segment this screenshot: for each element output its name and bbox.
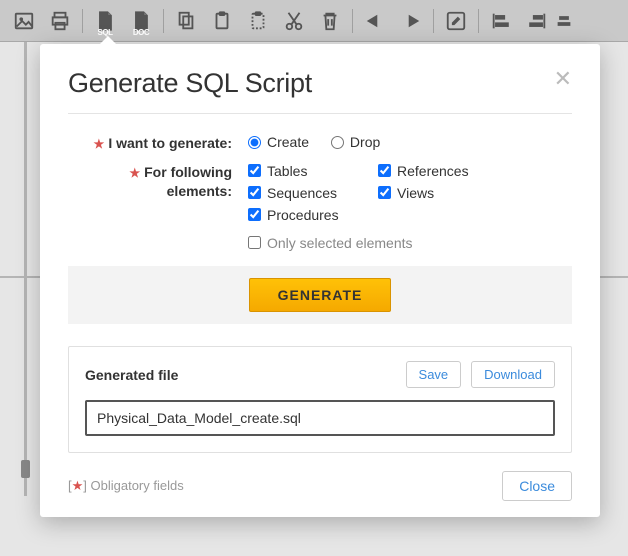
checkbox-sequences[interactable]: Sequences: [248, 185, 360, 201]
checkbox-tables[interactable]: Tables: [248, 163, 360, 179]
redo-icon[interactable]: [393, 3, 429, 39]
cut-icon[interactable]: [276, 3, 312, 39]
popover-arrow: [99, 36, 117, 45]
checkbox-only-selected[interactable]: Only selected elements: [248, 235, 413, 251]
checkbox-procedures[interactable]: Procedures: [248, 207, 360, 223]
generate-button[interactable]: GENERATE: [249, 278, 392, 312]
checkbox-views[interactable]: Views: [378, 185, 490, 201]
obligatory-note: [★] Obligatory fields: [68, 478, 184, 494]
align-center-icon[interactable]: [555, 3, 573, 39]
export-doc-icon[interactable]: DOC: [123, 3, 159, 39]
edit-icon[interactable]: [438, 3, 474, 39]
resize-handle[interactable]: [21, 460, 30, 478]
checkbox-references[interactable]: References: [378, 163, 490, 179]
close-button[interactable]: Close: [502, 471, 572, 501]
required-star-icon: ★: [94, 137, 105, 151]
generated-file-panel: Generated file Save Download: [68, 346, 572, 453]
label-generate: ★I want to generate:: [68, 134, 248, 153]
modal-title: Generate SQL Script: [68, 68, 312, 99]
label-elements: ★For following elements:: [68, 163, 248, 253]
save-button[interactable]: Save: [406, 361, 462, 388]
radio-drop[interactable]: Drop: [331, 134, 380, 150]
image-icon[interactable]: [6, 3, 42, 39]
paste-special-icon[interactable]: [240, 3, 276, 39]
required-star-icon: ★: [129, 166, 140, 180]
copy-icon[interactable]: [168, 3, 204, 39]
delete-icon[interactable]: [312, 3, 348, 39]
close-icon[interactable]: ✕: [554, 68, 572, 90]
export-sql-icon[interactable]: SQL: [87, 3, 123, 39]
radio-create[interactable]: Create: [248, 134, 309, 150]
align-right-icon[interactable]: [519, 3, 555, 39]
download-button[interactable]: Download: [471, 361, 555, 388]
print-icon[interactable]: [42, 3, 78, 39]
generated-file-title: Generated file: [85, 367, 178, 383]
generate-bar: GENERATE: [68, 266, 572, 324]
toolbar: SQL DOC: [0, 0, 628, 42]
filename-input[interactable]: [85, 400, 555, 436]
align-left-icon[interactable]: [483, 3, 519, 39]
paste-icon[interactable]: [204, 3, 240, 39]
canvas-edge-vertical: [24, 42, 27, 496]
generate-sql-modal: Generate SQL Script ✕ ★I want to generat…: [40, 44, 600, 517]
undo-icon[interactable]: [357, 3, 393, 39]
